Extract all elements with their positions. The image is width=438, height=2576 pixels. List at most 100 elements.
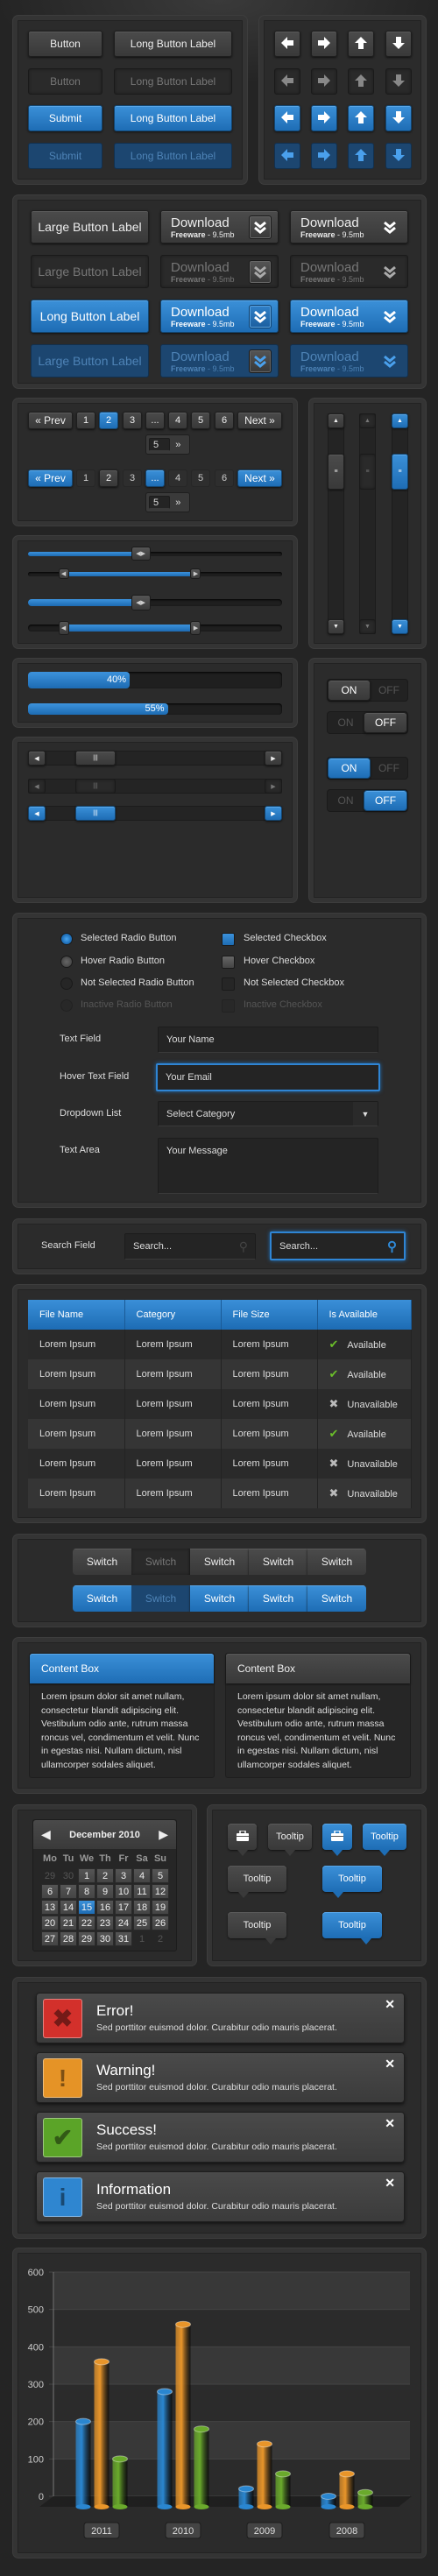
search-icon[interactable]: ⚲ (387, 1239, 397, 1254)
scroll-up-button[interactable]: ▲ (392, 413, 408, 428)
toggle-on[interactable]: ON (328, 790, 364, 811)
toggle-on[interactable]: ON (328, 680, 371, 701)
scroll-left-button[interactable]: ◀ (28, 751, 46, 766)
large-button[interactable]: Large Button Label (31, 255, 149, 288)
toggle-on[interactable]: ON (328, 758, 371, 779)
calendar-day[interactable]: 12 (152, 1884, 169, 1899)
on-off-toggle[interactable]: ON OFF (327, 789, 408, 812)
switch-button[interactable]: Switch (131, 1549, 190, 1575)
calendar-day[interactable]: 25 (133, 1916, 151, 1930)
page-3[interactable]: 3 (123, 469, 142, 487)
calendar-day[interactable]: 15 (78, 1900, 95, 1915)
scroll-left-button[interactable]: ◀ (28, 779, 46, 794)
calendar-day[interactable]: 1 (78, 1868, 95, 1883)
download-button[interactable]: Download Freeware - 9.5mb (160, 210, 279, 243)
arrow-right-button[interactable] (311, 31, 337, 57)
long-button[interactable]: Long Button Label (114, 105, 232, 131)
horizontal-scrollbar[interactable] (28, 751, 282, 766)
next-page-button[interactable]: Next » (237, 469, 282, 487)
arrow-down-button[interactable] (385, 143, 412, 169)
scrollbar-thumb[interactable]: ||| (75, 751, 116, 766)
toolbox-tooltip[interactable] (322, 1824, 352, 1856)
search-input-focused[interactable]: Search... ⚲ (270, 1232, 406, 1260)
arrow-up-button[interactable] (348, 105, 374, 131)
scroll-right-button[interactable]: ▶ (265, 779, 282, 794)
calendar-day[interactable]: 21 (60, 1916, 77, 1930)
table-row[interactable]: Lorem Ipsum Lorem Ipsum Lorem Ipsum ✔ Availa… (28, 1359, 412, 1389)
arrow-right-button[interactable] (311, 68, 337, 95)
calendar-day[interactable]: 4 (133, 1868, 151, 1883)
toggle-on[interactable]: ON (328, 712, 364, 733)
toggle-off[interactable]: OFF (371, 758, 407, 779)
arrow-down-button[interactable] (385, 68, 412, 95)
button[interactable]: Button (28, 68, 102, 95)
scroll-down-button[interactable]: ▼ (359, 619, 376, 634)
column-header[interactable]: Is Available (317, 1300, 412, 1330)
prev-page-button[interactable]: « Prev (28, 469, 73, 487)
download-button[interactable]: Download Freeware - 9.5mb (290, 210, 408, 243)
calendar-day[interactable]: 14 (60, 1900, 77, 1915)
prev-page-button[interactable]: « Prev (28, 412, 73, 429)
arrow-up-button[interactable] (348, 68, 374, 95)
calendar-day[interactable]: 17 (115, 1900, 132, 1915)
page-5[interactable]: 5 (191, 412, 210, 429)
arrow-up-button[interactable] (348, 143, 374, 169)
switch-button[interactable]: Switch (249, 1585, 307, 1612)
page-4[interactable]: 4 (168, 469, 187, 487)
download-button[interactable]: Download Freeware - 9.5mb (290, 300, 408, 333)
on-off-toggle[interactable]: ON OFF (327, 711, 408, 734)
close-icon[interactable]: ✕ (385, 2176, 395, 2191)
page-3[interactable]: 3 (123, 412, 142, 429)
page-...[interactable]: ... (145, 469, 165, 487)
page-1[interactable]: 1 (76, 412, 95, 429)
calendar-day[interactable]: 7 (60, 1884, 77, 1899)
page-6[interactable]: 6 (215, 469, 234, 487)
switch-button[interactable]: Switch (190, 1549, 249, 1575)
calendar-day[interactable]: 31 (115, 1931, 132, 1946)
switch-button[interactable]: Switch (73, 1585, 131, 1612)
scroll-up-button[interactable]: ▲ (359, 413, 376, 428)
tooltip[interactable]: Tooltip (363, 1824, 406, 1856)
page-jump-go-button[interactable]: » (170, 438, 187, 451)
scrollbar-thumb[interactable]: ||| (75, 779, 116, 794)
page-jump-go-button[interactable]: » (170, 496, 187, 509)
switch-button[interactable]: Switch (307, 1549, 366, 1575)
scrollbar-thumb[interactable]: ≡ (359, 454, 376, 490)
toggle-off[interactable]: OFF (364, 712, 407, 733)
next-month-icon[interactable]: ▶ (159, 1827, 168, 1842)
calendar-day[interactable]: 9 (96, 1884, 114, 1899)
tooltip[interactable]: Tooltip (322, 1866, 382, 1898)
checkbox[interactable] (222, 933, 235, 946)
arrow-left-button[interactable] (274, 68, 300, 95)
tooltip[interactable]: Tooltip (268, 1824, 312, 1856)
page-5[interactable]: 5 (191, 469, 210, 487)
arrow-right-button[interactable] (311, 143, 337, 169)
arrow-down-button[interactable] (385, 31, 412, 57)
calendar-day[interactable]: 23 (96, 1916, 114, 1930)
calendar-day[interactable]: 26 (152, 1916, 169, 1930)
calendar-day[interactable]: 20 (41, 1916, 59, 1930)
scrollbar-thumb[interactable]: ≡ (392, 454, 408, 490)
email-field[interactable]: Your Email (156, 1063, 380, 1091)
switch-button[interactable]: Switch (307, 1585, 366, 1612)
switch-button[interactable]: Switch (131, 1585, 190, 1612)
toggle-off[interactable]: OFF (364, 790, 407, 811)
download-button[interactable]: Download Freeware - 9.5mb (290, 255, 408, 288)
vertical-scrollbar[interactable] (328, 413, 344, 634)
checkbox[interactable] (222, 999, 235, 1013)
radio-button[interactable] (60, 956, 73, 968)
arrow-down-button[interactable] (385, 105, 412, 131)
scroll-down-button[interactable]: ▼ (328, 619, 344, 634)
close-icon[interactable]: ✕ (385, 2116, 395, 2131)
prev-month-icon[interactable]: ◀ (41, 1827, 51, 1842)
column-header[interactable]: File Name (28, 1300, 125, 1330)
page-jump-input[interactable]: 5 (149, 438, 170, 451)
table-row[interactable]: Lorem Ipsum Lorem Ipsum Lorem Ipsum ✖ Unavai… (28, 1389, 412, 1419)
radio-button[interactable] (60, 977, 73, 990)
column-header[interactable]: File Size (221, 1300, 318, 1330)
page-2[interactable]: 2 (99, 469, 118, 487)
checkbox[interactable] (222, 956, 235, 969)
switch-button[interactable]: Switch (73, 1549, 131, 1575)
calendar-day[interactable]: 30 (96, 1931, 114, 1946)
slider-min-handle[interactable]: ◀ (58, 621, 69, 635)
